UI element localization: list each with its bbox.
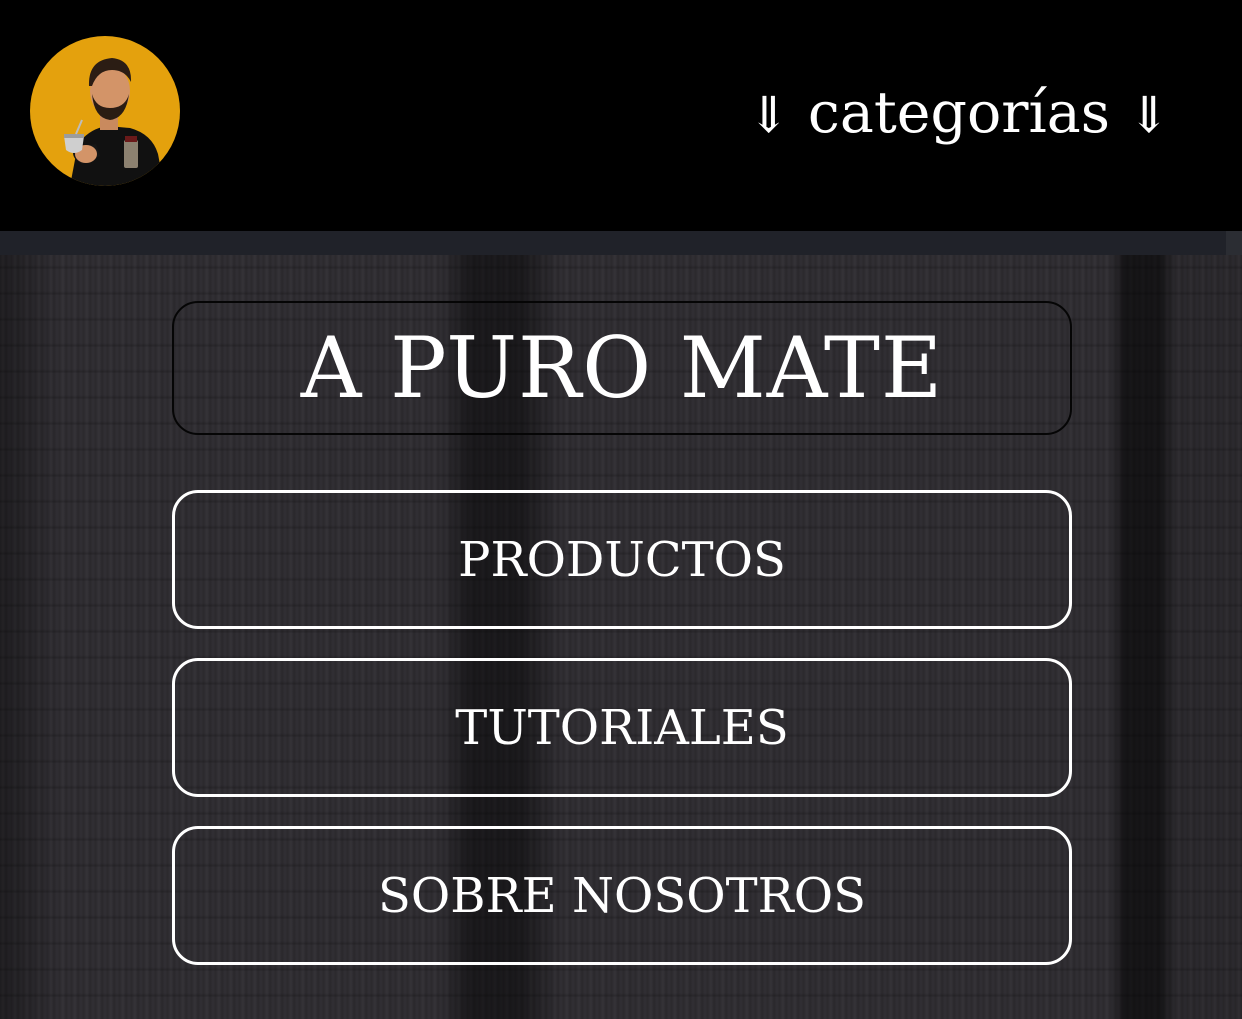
header-divider [0, 231, 1242, 255]
site-header: ⇓ categorías ⇓ [0, 0, 1242, 231]
sobre-nosotros-label: SOBRE NOSOTROS [378, 867, 866, 924]
productos-label: PRODUCTOS [458, 531, 786, 588]
tutoriales-button[interactable]: TUTORIALES [172, 658, 1072, 797]
categories-label: categorías [807, 80, 1110, 146]
productos-button[interactable]: PRODUCTOS [172, 490, 1072, 629]
double-down-arrow-icon: ⇓ [747, 86, 790, 144]
man-with-mate-icon [64, 58, 164, 186]
double-down-arrow-icon: ⇓ [1128, 86, 1170, 144]
tutoriales-label: TUTORIALES [455, 699, 789, 756]
site-title-box: A PURO MATE [172, 301, 1072, 435]
categories-dropdown-toggle[interactable]: ⇓ categorías ⇓ [748, 78, 1170, 150]
wood-background-section: A PURO MATE PRODUCTOS TUTORIALES SOBRE N… [0, 255, 1242, 1019]
logo-avatar[interactable] [30, 36, 180, 186]
site-title: A PURO MATE [300, 319, 944, 417]
sobre-nosotros-button[interactable]: SOBRE NOSOTROS [172, 826, 1072, 965]
